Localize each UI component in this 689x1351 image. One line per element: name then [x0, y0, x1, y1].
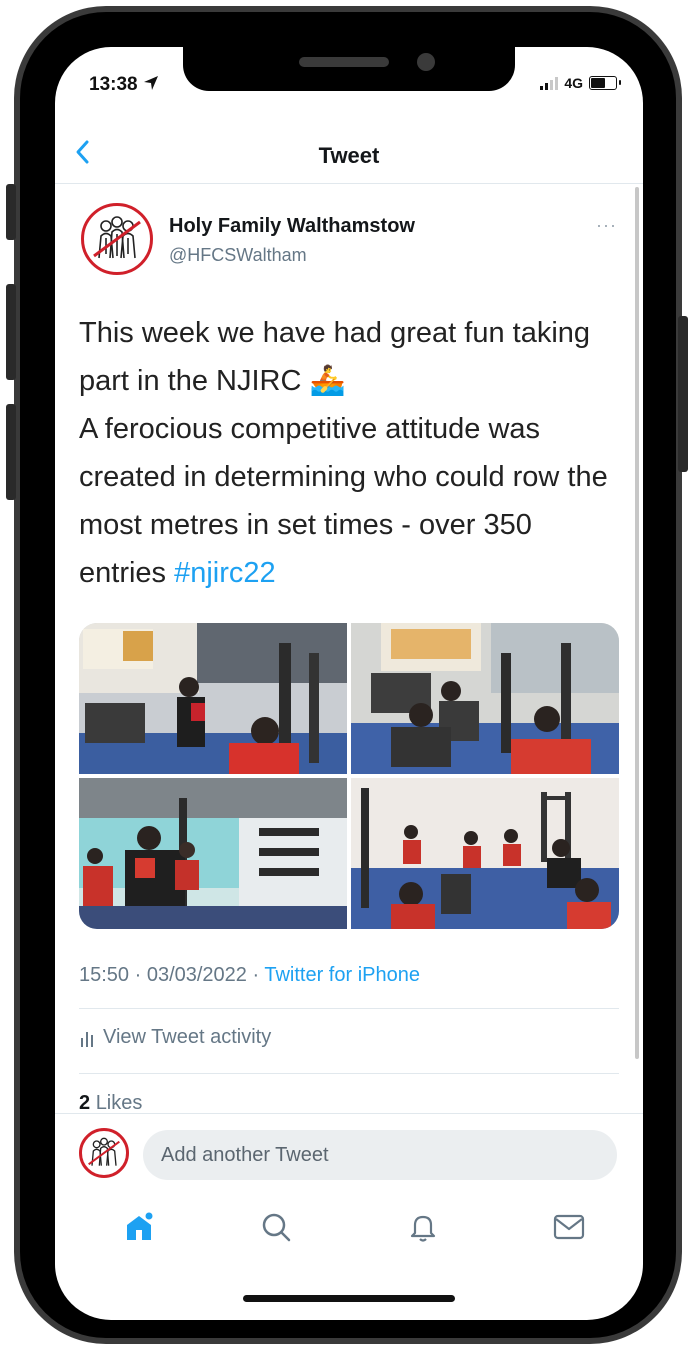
more-options-icon[interactable]: ···	[596, 215, 617, 236]
media-grid	[79, 623, 619, 929]
tweet-photo[interactable]	[351, 778, 619, 929]
divider	[79, 1008, 619, 1009]
tweet-text-line: This week we have had great fun taking p…	[79, 317, 591, 397]
tweet-photo[interactable]	[351, 623, 619, 774]
front-camera	[417, 53, 435, 71]
speaker-grille	[299, 57, 389, 67]
mute-switch	[6, 184, 16, 240]
avatar[interactable]	[81, 203, 153, 275]
nav-header: Tweet	[55, 131, 643, 184]
tweet-photo[interactable]	[79, 623, 347, 774]
battery-icon	[589, 76, 621, 90]
tweet-timestamp: 15:50 · 03/03/2022 ·	[79, 964, 265, 986]
phone-screen: 13:38 4G Tweet Holy Family Walthamstow @…	[55, 47, 643, 1320]
school-logo-icon	[86, 208, 148, 270]
activity-bars-icon	[81, 1031, 93, 1047]
tweet-text: This week we have had great fun taking p…	[79, 309, 624, 597]
mail-icon	[553, 1214, 585, 1240]
author-name[interactable]: Holy Family Walthamstow	[169, 215, 415, 238]
tweet-text-line: A ferocious competitive attitude was cre…	[79, 413, 608, 589]
reply-avatar	[79, 1128, 129, 1178]
tweet-meta: 15:50 · 03/03/2022 · Twitter for iPhone	[79, 964, 420, 987]
author-handle[interactable]: @HFCSWaltham	[169, 245, 307, 266]
reply-bar	[55, 1113, 643, 1194]
divider	[79, 1073, 619, 1074]
volume-down-button	[6, 404, 16, 500]
home-icon	[127, 1212, 153, 1240]
network-type: 4G	[564, 75, 583, 91]
power-button	[678, 316, 688, 472]
home-indicator[interactable]	[243, 1295, 455, 1302]
school-logo-icon	[83, 1132, 125, 1174]
page-title: Tweet	[318, 143, 380, 168]
status-time: 13:38	[89, 74, 159, 96]
likes-number: 2	[79, 1092, 91, 1114]
hashtag-link[interactable]: #njirc22	[174, 557, 276, 589]
volume-up-button	[6, 284, 16, 380]
likes-label: Likes	[95, 1092, 143, 1114]
tab-bar	[55, 1193, 643, 1263]
likes-count[interactable]: 2 Likes	[79, 1092, 142, 1115]
view-activity-button[interactable]: View Tweet activity	[79, 1026, 271, 1049]
source-link[interactable]: Twitter for iPhone	[264, 964, 420, 986]
search-icon	[262, 1213, 291, 1242]
signal-icon	[540, 76, 559, 90]
reply-input[interactable]	[143, 1130, 617, 1180]
tab-search[interactable]	[252, 1203, 300, 1251]
tweet-photo[interactable]	[79, 778, 347, 929]
activity-label: View Tweet activity	[103, 1026, 272, 1048]
location-arrow-icon	[143, 76, 158, 90]
tab-home[interactable]	[115, 1203, 163, 1251]
tab-notifications[interactable]	[399, 1203, 447, 1251]
tab-messages[interactable]	[545, 1203, 593, 1251]
status-indicators: 4G	[540, 75, 621, 91]
scrollbar[interactable]	[635, 187, 639, 1059]
notch	[183, 47, 515, 91]
bell-icon	[410, 1215, 436, 1242]
